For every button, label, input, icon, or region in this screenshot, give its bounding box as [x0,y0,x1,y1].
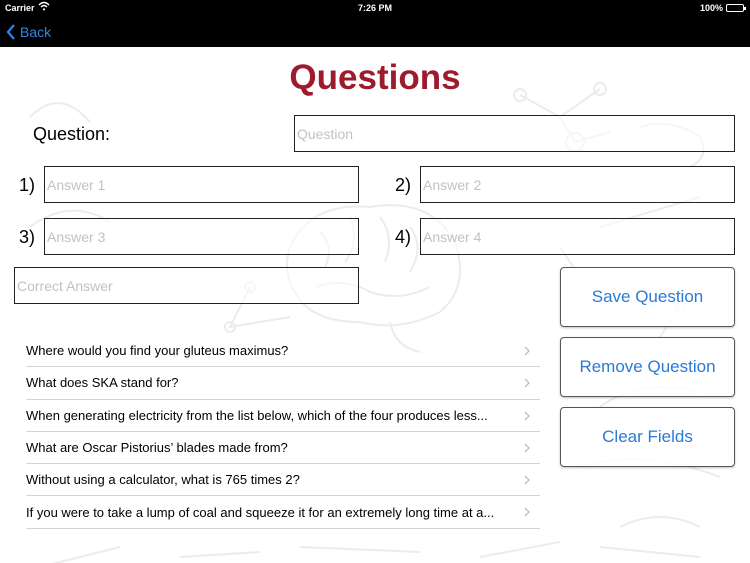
question-row[interactable]: What are Oscar Pistorius’ blades made fr… [26,432,540,465]
chevron-right-icon [524,475,530,485]
question-row[interactable]: What does SKA stand for? [26,367,540,400]
answer-1-input[interactable] [44,166,359,203]
chevron-right-icon [524,411,530,421]
question-row-text: If you were to take a lump of coal and s… [26,504,495,520]
back-label: Back [20,24,52,40]
chevron-right-icon [524,378,530,388]
question-row-text: Where would you find your gluteus maximu… [26,343,289,359]
battery-icon [726,4,746,12]
page-title: Questions [289,58,461,97]
remove-question-button[interactable]: Remove Question [560,337,735,397]
question-row-text: Without using a calculator, what is 765 … [26,472,300,488]
chevron-right-icon [524,346,530,356]
clear-fields-button[interactable]: Clear Fields [560,407,735,467]
back-button[interactable]: Back [6,22,51,42]
chevron-right-icon [524,443,530,453]
answer-2-number: 2) [395,175,412,195]
question-row-text: What are Oscar Pistorius’ blades made fr… [26,440,288,456]
chevron-left-icon [6,24,15,40]
question-row[interactable]: Where would you find your gluteus maximu… [26,335,540,368]
answer-3-number: 3) [19,227,36,247]
answer-4-number: 4) [395,227,412,247]
status-bar: Carrier 7:26 PM 100% [0,0,750,16]
answer-3-input[interactable] [44,218,359,255]
correct-answer-input[interactable] [14,267,359,304]
chevron-right-icon [524,508,530,517]
answer-2-input[interactable] [420,166,735,203]
question-list: Where would you find your gluteus maximu… [26,335,540,529]
question-row[interactable]: Without using a calculator, what is 765 … [26,464,540,497]
question-input[interactable] [294,115,735,152]
save-question-button[interactable]: Save Question [560,267,735,327]
battery-percent: 100% [699,3,723,13]
answer-4-input[interactable] [420,218,735,255]
status-time: 7:26 PM [357,3,392,13]
question-row[interactable]: If you were to take a lump of coal and s… [26,496,540,529]
question-row[interactable]: When generating electricity from the lis… [26,400,540,432]
navigation-bar: Back [0,16,750,47]
question-label: Question: [33,124,111,144]
question-row-text: When generating electricity from the lis… [26,407,488,423]
answer-1-number: 1) [19,175,36,195]
question-row-text: What does SKA stand for? [26,375,179,391]
